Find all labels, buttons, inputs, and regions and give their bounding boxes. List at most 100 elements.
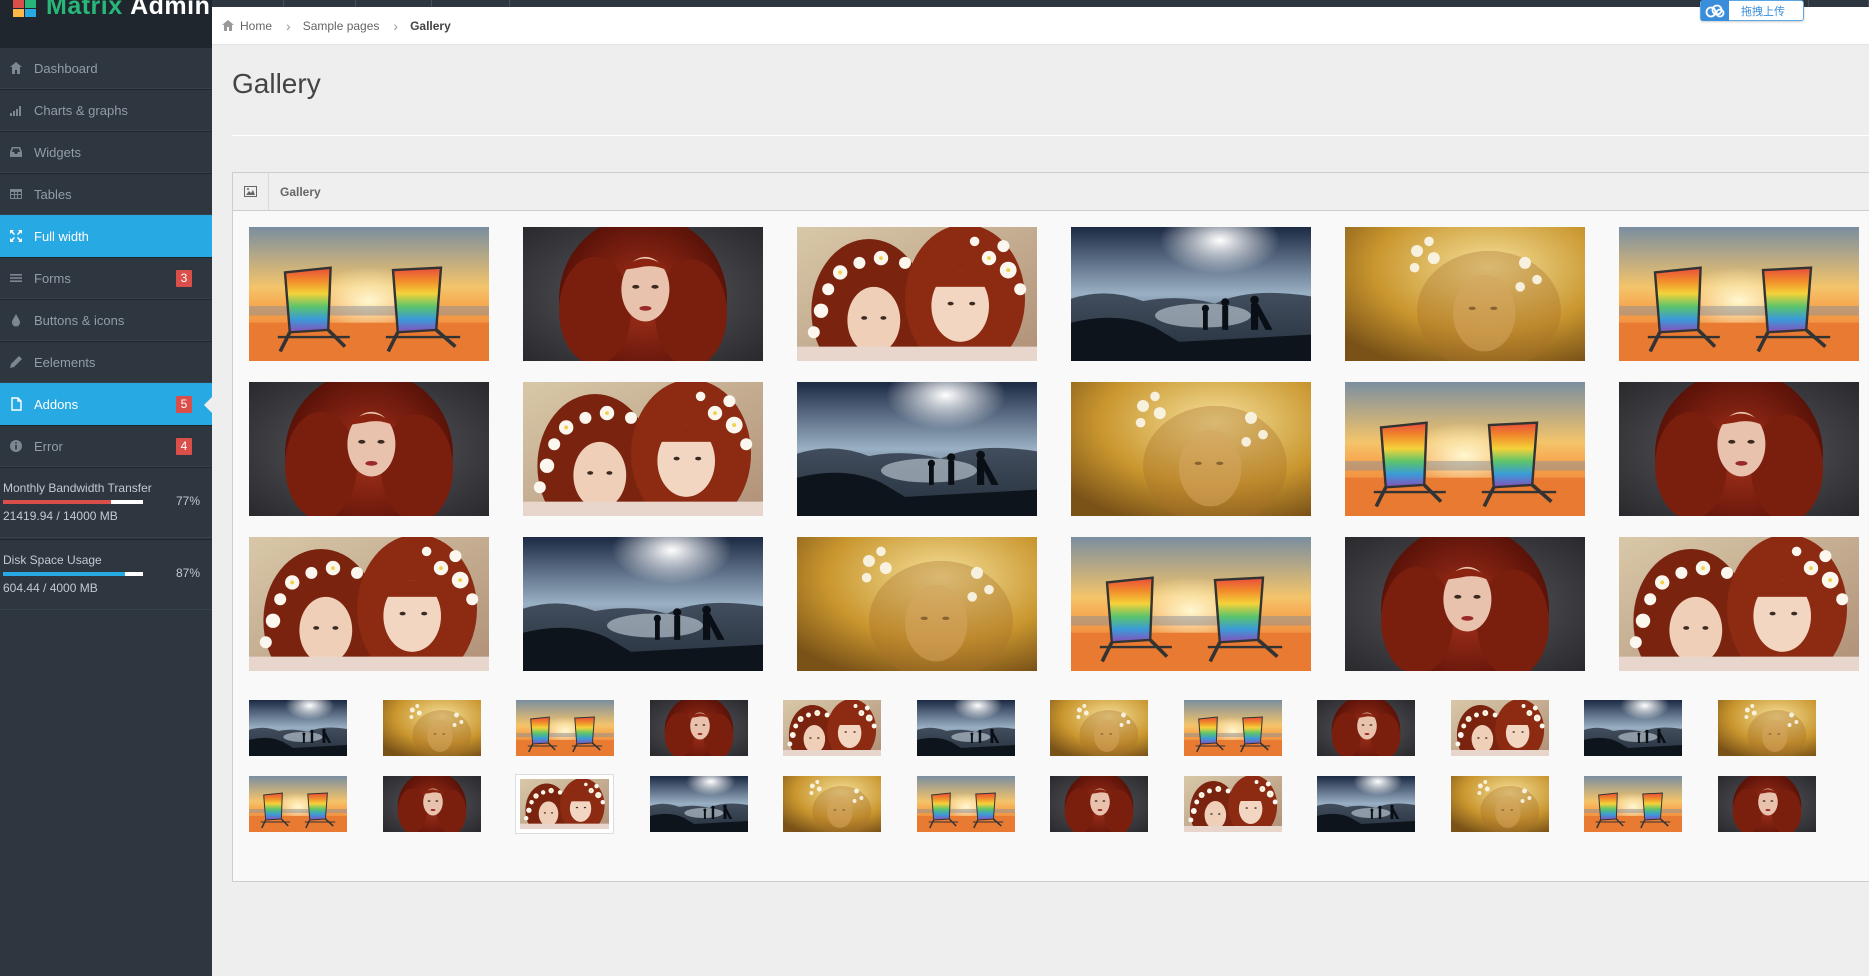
gallery-thumbnail-small[interactable] [1050,776,1148,832]
gallery-thumbnail-large[interactable] [249,382,489,516]
gallery-thumbnail-large[interactable] [797,227,1037,361]
golden-image [383,700,481,756]
gallery-thumbnail-large[interactable] [249,227,489,361]
stat-value: 604.44 / 4000 MB [3,581,98,595]
gallery-thumbnail-large[interactable] [523,382,763,516]
gallery-thumbnail-large[interactable] [1619,227,1859,361]
divider [232,135,1869,136]
upload-button-label: 拖拽上传 [1741,5,1785,18]
gallery-thumbnail-large[interactable] [797,382,1037,516]
sidebar-item-forms[interactable]: Forms 3 [0,257,212,299]
gallery-thumbnail-small[interactable] [1584,776,1682,832]
gallery-thumbnail-small[interactable] [783,776,881,832]
sidebar-item-label: Buttons & icons [34,312,125,328]
brand-name-part1: Matrix [46,0,123,20]
gallery-thumbnail-small[interactable] [650,776,748,832]
gallery-thumbnail-large[interactable] [1071,382,1311,516]
top-nav-segment[interactable] [1808,0,1869,7]
top-nav-segment[interactable] [356,0,432,7]
redhead-image [1619,382,1859,516]
gallery-thumbnail-small[interactable] [917,776,1015,832]
gallery-thumbnail-small[interactable] [1317,700,1415,756]
hikers-image [917,700,1015,756]
redhead-image [1050,776,1148,832]
gallery-thumbnail-small-selected[interactable] [515,774,614,834]
sidebar-stat: Monthly Bandwidth Transfer 21419.94 / 140… [0,467,212,538]
sidebar-item-tables[interactable]: Tables [0,173,212,215]
gallery-thumbnail-small[interactable] [1317,776,1415,832]
flowers-image [523,382,763,516]
beach-image [249,227,489,361]
gallery-thumbnail-small[interactable] [1718,776,1816,832]
beach-image [1345,382,1585,516]
gallery-thumbnail-small[interactable] [1184,776,1282,832]
hikers-image [523,537,763,671]
sidebar-item-charts-graphs[interactable]: Charts & graphs [0,89,212,131]
top-navbar [212,0,1869,7]
gallery-thumbnail-small[interactable] [516,700,614,756]
signal-icon [9,103,23,117]
redhead-image [650,700,748,756]
pencil-icon [9,355,23,369]
gallery-thumbnail-small[interactable] [1050,700,1148,756]
info-sign-icon [9,439,23,453]
sidebar-item-error[interactable]: Error 4 [0,425,212,467]
gallery-thumbnail-large[interactable] [1345,227,1585,361]
flowers-image [249,537,489,671]
breadcrumb-sample-pages[interactable]: Sample pages [303,19,380,33]
stat-value: 21419.94 / 14000 MB [3,509,118,523]
tint-icon [9,313,23,327]
top-nav-segment[interactable] [284,0,356,7]
gallery-thumbnail-small[interactable] [249,776,347,832]
gallery-thumbnail-large[interactable] [797,537,1037,671]
sidebar-item-label: Eelements [34,354,96,370]
gallery-thumbnail-large[interactable] [1619,382,1859,516]
sidebar-item-label: Tables [34,186,72,202]
gallery-thumbnail-large[interactable] [523,537,763,671]
gallery-thumbnail-small[interactable] [1584,700,1682,756]
flowers-image [520,779,609,829]
gallery-thumbnail-small[interactable] [383,700,481,756]
gallery-thumbnail-small[interactable] [1451,776,1549,832]
flowers-image [783,700,881,756]
sidebar-item-widgets[interactable]: Widgets [0,131,212,173]
redhead-image [1345,537,1585,671]
flowers-image [1184,776,1282,832]
top-nav-segment[interactable] [432,0,510,7]
redhead-image [1317,700,1415,756]
sidebar-item-buttons-icons[interactable]: Buttons & icons [0,299,212,341]
upload-button[interactable]: 拖拽上传 [1700,0,1804,21]
gallery-thumbnail-small[interactable] [1184,700,1282,756]
sidebar-item-label: Forms [34,270,71,286]
sidebar-item-label: Error [34,438,63,454]
sidebar-item-dashboard[interactable]: Dashboard [0,47,212,89]
gallery-thumbnail-small[interactable] [650,700,748,756]
breadcrumb-current: Gallery [410,19,451,33]
gallery-thumbnail-large[interactable] [523,227,763,361]
gallery-thumbnail-small[interactable] [1718,700,1816,756]
gallery-thumbnail-small[interactable] [249,700,347,756]
page-title: Gallery [232,68,321,99]
gallery-thumbnail-large[interactable] [1345,537,1585,671]
top-nav-segment[interactable] [212,0,284,7]
gallery-thumbnail-large[interactable] [1345,382,1585,516]
hikers-image [797,382,1037,516]
brand-name[interactable]: Matrix Admin [46,0,210,21]
gallery-thumbnail-small[interactable] [917,700,1015,756]
sidebar-item-addons[interactable]: Addons 5 [0,383,212,425]
gallery-thumbnail-large[interactable] [1619,537,1859,671]
gallery-thumbnail-small[interactable] [1451,700,1549,756]
gallery-thumbnail-small[interactable] [783,700,881,756]
redhead-image [249,382,489,516]
beach-image [917,776,1015,832]
breadcrumb-home[interactable]: Home [222,19,272,33]
progress-fill [3,500,111,504]
sidebar-stat: Disk Space Usage 604.44 / 4000 MB 87% [0,539,212,610]
gallery-thumbnail-large[interactable] [249,537,489,671]
gallery-thumbnail-large[interactable] [1071,227,1311,361]
gallery-thumbnail-small[interactable] [383,776,481,832]
flowers-image [1451,700,1549,756]
sidebar-item-full-width[interactable]: Full width [0,215,212,257]
gallery-thumbnail-large[interactable] [1071,537,1311,671]
sidebar-item-eelements[interactable]: Eelements [0,341,212,383]
